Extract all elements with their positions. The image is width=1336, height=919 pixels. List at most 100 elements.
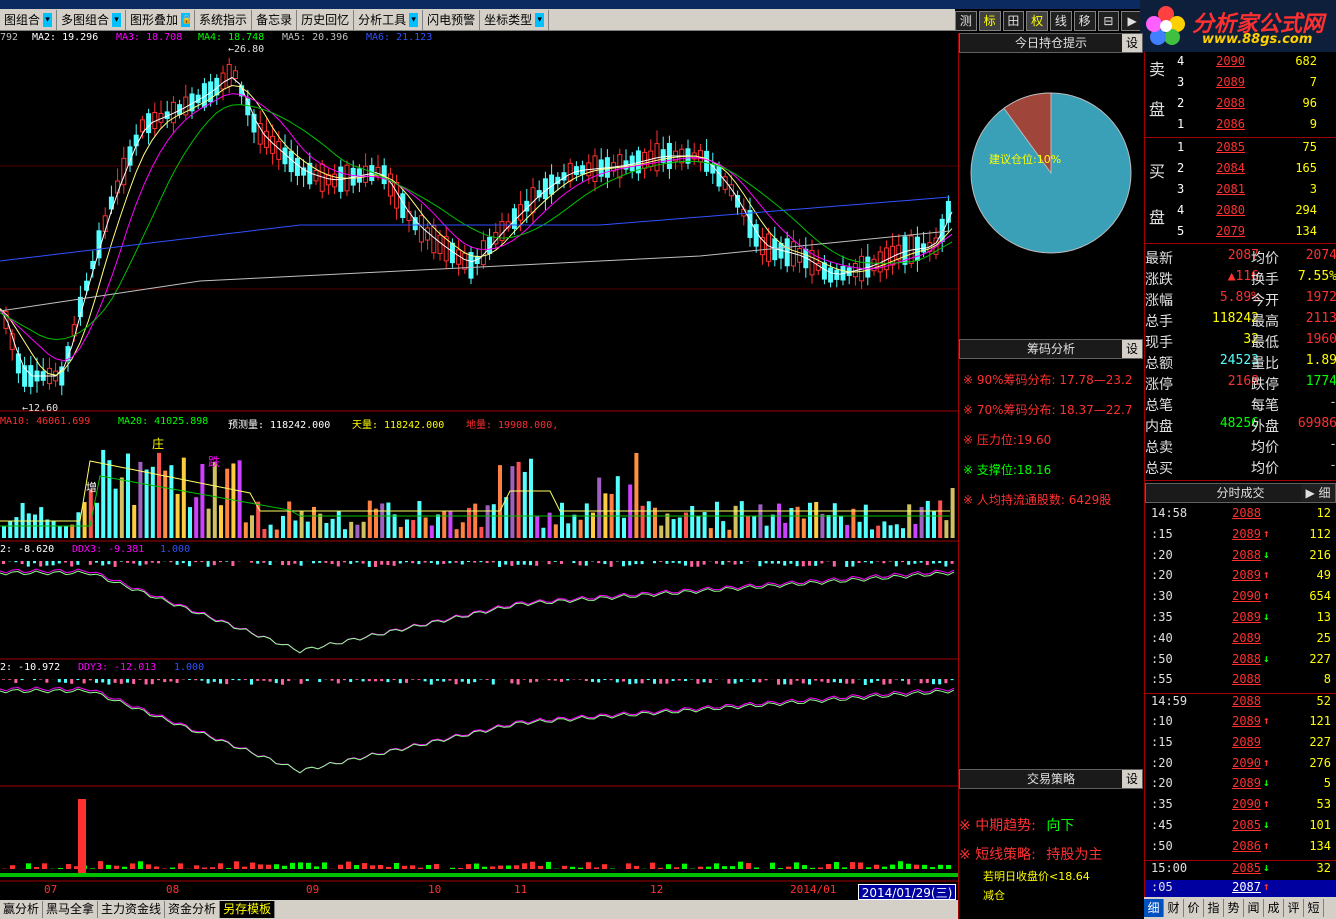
- kline-chart[interactable]: 792 MA2: 19.296 MA3: 18.708 MA4: 18.748 …: [0, 31, 958, 896]
- tab-darkhorse[interactable]: 黑马全拿: [43, 901, 99, 918]
- ddx-bar: [436, 561, 439, 565]
- tick-row[interactable]: :35 2089 ↓ 13: [1145, 610, 1336, 631]
- volume-bar: [888, 525, 893, 538]
- move-button[interactable]: 移: [1073, 11, 1096, 31]
- tick-row[interactable]: :15 2089 ↑ 112: [1145, 527, 1336, 548]
- tick-row[interactable]: :20 2089 ↑ 49: [1145, 568, 1336, 589]
- window-button[interactable]: ⊟: [1097, 11, 1120, 31]
- ticks-list[interactable]: 14:58 2088 12:15 2089 ↑ 112:20 2088 ↓ 216:20 2089…: [1145, 503, 1336, 902]
- ob-p: 2085: [1216, 140, 1245, 154]
- fund-bar: [834, 862, 839, 869]
- toolbar-item-history[interactable]: 历史回忆: [297, 9, 355, 30]
- ddx-bar: [318, 561, 322, 563]
- settings-button[interactable]: 设: [1122, 340, 1142, 358]
- tick-row[interactable]: :55 2088 8: [1145, 672, 1336, 693]
- quote-tab[interactable]: 财: [1164, 899, 1184, 917]
- orderbook-row[interactable]: 5 2079 134: [1145, 224, 1336, 245]
- grid-button[interactable]: 田: [1002, 11, 1025, 31]
- tab-mainfund[interactable]: 主力资金线: [98, 901, 166, 918]
- line-button[interactable]: 线: [1050, 11, 1072, 31]
- fund-bar: [138, 861, 143, 869]
- quote-tab[interactable]: 评: [1284, 899, 1304, 917]
- quote-tab[interactable]: 价: [1184, 899, 1204, 917]
- chevron-down-icon[interactable]: ▾: [409, 12, 419, 27]
- orderbook-row[interactable]: 1 2086 9: [1145, 117, 1336, 138]
- settings-button[interactable]: 设: [1122, 34, 1142, 52]
- volume-bar: [808, 502, 812, 538]
- tab-fund-analysis[interactable]: 资金分析: [165, 901, 221, 918]
- tick-row[interactable]: :15 2089 227: [1145, 735, 1336, 756]
- tick-row[interactable]: 15:00 2085 ↓ 32: [1145, 859, 1336, 881]
- tick-row[interactable]: :30 2090 ↑ 654: [1145, 589, 1336, 610]
- tick-row[interactable]: :20 2088 ↓ 216: [1145, 548, 1336, 569]
- ddy-bar: [398, 679, 402, 684]
- tick-row[interactable]: :20 2089 ↓ 5: [1145, 776, 1336, 797]
- tick-row[interactable]: :35 2090 ↑ 53: [1145, 797, 1336, 818]
- quote-tab[interactable]: 势: [1224, 899, 1244, 917]
- tick-row[interactable]: :50 2086 ↑ 134: [1145, 839, 1336, 860]
- chart-canvas[interactable]: [0, 31, 958, 893]
- vol-ma20-legend: MA20: 41025.898: [118, 416, 209, 427]
- toolbar-item-memo[interactable]: 备忘录: [252, 9, 298, 30]
- ddy-bar: [175, 679, 179, 683]
- volume-bar: [64, 526, 68, 538]
- tab-save-template[interactable]: 另存模板: [220, 901, 276, 918]
- toolbar-item-indicator[interactable]: 系统指示: [195, 9, 253, 30]
- tick-row[interactable]: :20 2090 ↑ 276: [1145, 756, 1336, 777]
- fund-bar: [938, 864, 943, 869]
- quote-tab[interactable]: 短: [1304, 899, 1324, 917]
- toolbar-item-overlay[interactable]: 图形叠加 🔒: [126, 9, 196, 30]
- tick-row[interactable]: :40 2089 25: [1145, 631, 1336, 652]
- chevron-down-icon[interactable]: ▾: [43, 12, 53, 27]
- toolbar-item-multi[interactable]: 多图组合 ▾: [57, 9, 127, 30]
- quote-tab[interactable]: 指: [1204, 899, 1224, 917]
- orderbook-row[interactable]: 2 2088 96: [1145, 96, 1336, 117]
- tick-row[interactable]: :50 2088 ↓ 227: [1145, 652, 1336, 673]
- toolbar-item-axis[interactable]: 坐标类型 ▾: [480, 9, 550, 30]
- ddy-bar: [783, 679, 787, 685]
- chevron-down-icon[interactable]: ▾: [112, 12, 122, 27]
- fund-bar: [114, 865, 119, 869]
- rights-button[interactable]: 权: [1026, 11, 1048, 31]
- chevron-down-icon[interactable]: ▾: [535, 12, 545, 27]
- stat-value: 1.89: [1305, 353, 1336, 368]
- orderbook-row[interactable]: 2 2084 165: [1145, 161, 1336, 182]
- tab-analysis[interactable]: 赢分析: [0, 901, 44, 918]
- orderbook-row[interactable]: 3 2089 7: [1145, 75, 1336, 96]
- orderbook-row[interactable]: 3 2081 3: [1145, 182, 1336, 203]
- tick-row[interactable]: 14:58 2088 12: [1145, 506, 1336, 527]
- tick-volume: 32: [1316, 860, 1331, 875]
- volume-bar: [944, 520, 949, 538]
- quote-tab[interactable]: 成: [1264, 899, 1284, 917]
- toolbar-item-tools[interactable]: 分析工具 ▾: [354, 9, 424, 30]
- ob-v: 294: [1295, 203, 1317, 217]
- ddy-bar: [578, 679, 582, 680]
- orderbook-row[interactable]: 1 2085 75: [1145, 140, 1336, 161]
- candle-down: [133, 134, 139, 147]
- fund-bar: [402, 865, 407, 869]
- orderbook-row[interactable]: 4 2080 294: [1145, 203, 1336, 224]
- volume-bar: [119, 477, 124, 538]
- detail-button[interactable]: ▶ 细: [1301, 484, 1335, 502]
- ddy-bar: [851, 679, 855, 684]
- settings-button[interactable]: 设: [1122, 770, 1142, 788]
- volume-bar: [578, 519, 583, 538]
- tick-row[interactable]: :45 2085 ↓ 101: [1145, 818, 1336, 839]
- ddy-bar: [119, 679, 123, 684]
- ddx-bar: [206, 561, 210, 567]
- quote-tab[interactable]: 闻: [1244, 899, 1264, 917]
- tick-row[interactable]: :10 2089 ↑ 121: [1145, 714, 1336, 735]
- toolbar-item-alert[interactable]: 闪电预警: [423, 9, 481, 30]
- ddy-bar: [429, 679, 433, 685]
- tick-volume: 13: [1316, 609, 1331, 624]
- chip-line: ※ 人均持流通股数: 6429股: [963, 493, 1112, 507]
- lock-icon[interactable]: 🔒: [181, 12, 192, 27]
- strategy-note: 若明日收盘价<18.64: [983, 870, 1090, 883]
- toolbar-item-group[interactable]: 图组合 ▾: [0, 9, 58, 30]
- mark-button[interactable]: 标: [978, 11, 1001, 31]
- short-strategy: ※ 短线策略: 持股为主: [959, 847, 1103, 863]
- tick-row[interactable]: 14:59 2088 52: [1145, 693, 1336, 714]
- quote-tab[interactable]: 细: [1144, 899, 1164, 917]
- measure-button[interactable]: 测: [955, 11, 977, 31]
- orderbook-row[interactable]: 4 2090 682: [1145, 54, 1336, 75]
